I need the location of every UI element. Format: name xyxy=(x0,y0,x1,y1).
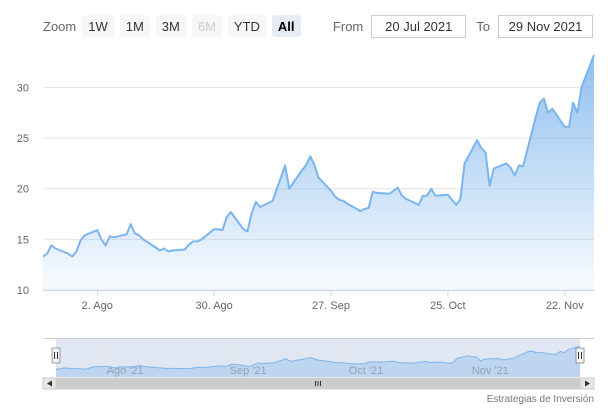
y-axis: 10 15 20 25 30 xyxy=(17,82,29,297)
x-tick-label: 27. Sep xyxy=(312,300,350,312)
x-tick-label: 30. Ago xyxy=(195,300,232,312)
x-tick-label: 2. Ago xyxy=(82,300,113,312)
y-tick-label: 15 xyxy=(17,234,29,246)
scroll-right-button[interactable] xyxy=(580,377,595,390)
x-tick-label: 22. Nov xyxy=(546,300,584,312)
y-tick-label: 30 xyxy=(17,82,29,94)
x-axis: 2. Ago 30. Ago 27. Sep 25. Oct 22. Nov xyxy=(43,290,594,312)
credits: Estrategias de Inversión xyxy=(486,394,594,405)
y-tick-label: 10 xyxy=(17,285,29,297)
price-chart: 10 15 20 25 30 2. Ago 30. Ago 27. Sep 25. Oct 22… xyxy=(17,54,595,390)
navigator-right-handle[interactable] xyxy=(575,347,585,364)
y-tick-label: 25 xyxy=(17,133,29,145)
handle-body xyxy=(575,347,585,364)
x-tick-label: 25. Oct xyxy=(430,300,465,312)
scrollbar[interactable] xyxy=(42,377,595,390)
navigator-left-handle[interactable] xyxy=(51,347,61,364)
series xyxy=(42,54,595,290)
y-tick-label: 20 xyxy=(17,184,29,196)
navigator[interactable]: Ago '21 Sep '21 Oct '21 Nov '21 xyxy=(43,338,594,377)
series-area xyxy=(43,55,594,290)
handle-body xyxy=(51,347,61,364)
scroll-left-button[interactable] xyxy=(42,377,57,390)
